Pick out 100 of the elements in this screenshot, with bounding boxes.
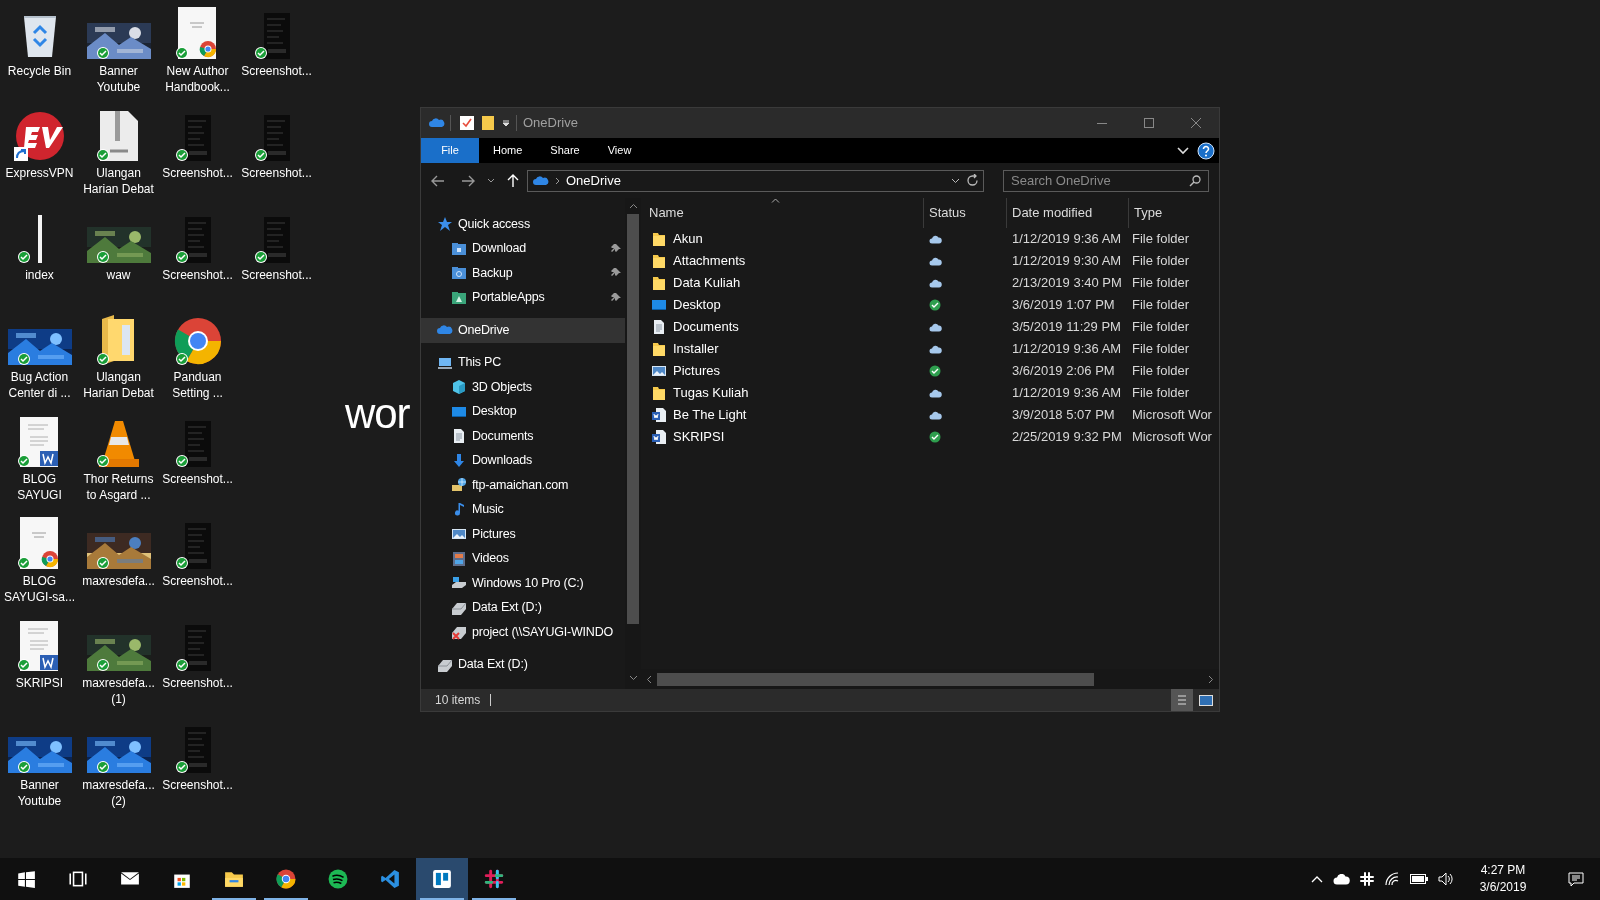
icon-label[interactable]: Ulangan Harian Debat xyxy=(79,165,158,197)
file-name[interactable]: Be The Light xyxy=(673,405,747,425)
icon-label[interactable]: Screenshot... xyxy=(237,267,316,283)
file-name[interactable]: Desktop xyxy=(673,295,721,315)
ribbon-tab[interactable]: Home xyxy=(479,138,537,163)
file-name[interactable]: Installer xyxy=(673,339,719,359)
search-field[interactable]: Search OneDrive xyxy=(1003,169,1209,192)
chevron-down-icon[interactable] xyxy=(951,177,960,184)
scrollbar-thumb[interactable] xyxy=(657,672,1094,686)
icon-label[interactable]: Screenshot... xyxy=(237,165,316,181)
file-name[interactable]: Data Kuliah xyxy=(673,273,741,293)
file-name[interactable]: Documents xyxy=(673,317,739,337)
icon-label[interactable]: Screenshot... xyxy=(158,267,237,283)
sidebar-item[interactable]: Videos xyxy=(421,546,625,571)
sidebar-item[interactable]: Backup xyxy=(421,261,625,286)
address-bar[interactable]: OneDrive xyxy=(527,169,984,192)
icon-label[interactable]: SKRIPSI xyxy=(0,675,79,691)
clock-date[interactable]: 3/6/2019 xyxy=(1479,879,1527,896)
sidebar-item[interactable]: project (\\SAYUGI-WINDO xyxy=(421,620,625,645)
document-icon xyxy=(651,319,667,335)
battery-icon xyxy=(1410,874,1428,884)
traffic-cone-icon xyxy=(98,419,139,467)
web-document-icon xyxy=(19,517,60,569)
sidebar-item[interactable]: Windows 10 Pro (C:) xyxy=(421,571,625,596)
column-header[interactable]: Date modified xyxy=(1006,198,1128,228)
sidebar-item[interactable]: Music xyxy=(421,497,625,522)
icon-label[interactable]: maxresdefa... (2) xyxy=(79,777,158,809)
sidebar-item[interactable]: Pictures xyxy=(421,522,625,547)
back-arrow-icon[interactable] xyxy=(431,174,445,187)
sidebar-item[interactable]: Downloads xyxy=(421,448,625,473)
icon-label[interactable]: maxresdefa... (1) xyxy=(79,675,158,707)
hash-grid-icon xyxy=(484,869,504,889)
sidebar-item[interactable]: Data Ext (D:) xyxy=(421,595,625,620)
icon-label[interactable]: Banner Youtube xyxy=(79,63,158,95)
pin-icon[interactable] xyxy=(611,243,621,254)
sidebar-item[interactable]: Download xyxy=(421,236,625,261)
web-document-icon xyxy=(177,7,218,59)
refresh-icon[interactable] xyxy=(966,174,979,187)
sidebar-item[interactable]: 3D Objects xyxy=(421,375,625,400)
icon-label[interactable]: Screenshot... xyxy=(158,777,237,793)
icon-label[interactable]: Screenshot... xyxy=(158,165,237,181)
sidebar-item[interactable]: Documents xyxy=(421,424,625,449)
icon-label[interactable]: Screenshot... xyxy=(158,675,237,691)
sidebar-item[interactable]: Desktop xyxy=(421,399,625,424)
chevron-down-icon[interactable] xyxy=(487,178,495,183)
scroll-up-icon[interactable] xyxy=(628,203,638,209)
sidebar-item[interactable]: Quick access xyxy=(421,212,625,237)
icon-label[interactable]: maxresdefa... xyxy=(79,573,158,589)
icon-label[interactable]: index xyxy=(0,267,79,283)
file-name[interactable]: Akun xyxy=(673,229,703,249)
up-arrow-icon[interactable] xyxy=(507,173,519,188)
column-header[interactable]: Type xyxy=(1128,198,1219,228)
icon-label[interactable]: Recycle Bin xyxy=(0,63,79,79)
sidebar-item[interactable]: OneDrive xyxy=(421,318,625,343)
sidebar-item[interactable]: PortableApps xyxy=(421,285,625,310)
address-text: OneDrive xyxy=(566,171,621,190)
file-name[interactable]: SKRIPSI xyxy=(673,427,725,447)
phone-screenshot-icon xyxy=(184,727,211,773)
ribbon-tab[interactable]: File xyxy=(421,138,479,163)
pin-icon[interactable] xyxy=(611,268,621,279)
ribbon-tab[interactable]: View xyxy=(593,138,646,163)
icon-label[interactable]: Screenshot... xyxy=(237,63,316,79)
column-header[interactable]: Status xyxy=(923,198,1006,228)
icon-label[interactable]: Ulangan Harian Debat xyxy=(79,369,158,401)
icon-label[interactable]: Bug Action Center di ... xyxy=(0,369,79,401)
icon-label[interactable]: ExpressVPN xyxy=(0,165,79,181)
scroll-left-icon[interactable] xyxy=(646,674,652,684)
phone-screenshot-icon xyxy=(184,523,211,569)
scroll-down-icon[interactable] xyxy=(628,675,638,681)
file-name[interactable]: Pictures xyxy=(673,361,720,381)
icon-label[interactable]: BLOG SAYUGI xyxy=(0,471,79,503)
file-name[interactable]: Tugas Kuliah xyxy=(673,383,749,403)
pin-icon[interactable] xyxy=(611,292,621,303)
clock-time[interactable]: 4:27 PM xyxy=(1480,862,1526,879)
sidebar-item[interactable]: This PC xyxy=(421,350,625,375)
icon-label[interactable]: Thor Returns to Asgard ... xyxy=(79,471,158,503)
file-name[interactable]: Attachments xyxy=(673,251,746,271)
music-app-icon xyxy=(328,869,348,889)
help-icon[interactable] xyxy=(1197,141,1215,160)
scroll-right-icon[interactable] xyxy=(1208,674,1214,684)
code-editor-icon xyxy=(380,869,400,889)
icon-label[interactable]: Screenshot... xyxy=(158,573,237,589)
icon-label[interactable]: Banner Youtube xyxy=(0,777,79,809)
icon-label[interactable]: Panduan Setting ... xyxy=(158,369,237,401)
forward-arrow-icon[interactable] xyxy=(461,174,475,187)
close-icon xyxy=(1190,118,1201,128)
sidebar-item[interactable]: Data Ext (D:) xyxy=(421,652,625,677)
taskbar-button[interactable] xyxy=(416,858,468,900)
cube-icon xyxy=(451,379,467,396)
ribbon-tab[interactable]: Share xyxy=(536,138,594,163)
scrollbar-thumb[interactable] xyxy=(627,214,639,624)
icon-label[interactable]: BLOG SAYUGI-sa... xyxy=(0,573,79,605)
date-cell-text: 3/5/2019 11:29 PM xyxy=(1011,318,1122,337)
column-header[interactable]: Name xyxy=(641,198,923,228)
icon-label[interactable]: Screenshot... xyxy=(158,471,237,487)
icon-label[interactable]: New Author Handbook... xyxy=(158,63,237,95)
volume-icon xyxy=(1438,872,1454,886)
image-icon xyxy=(651,363,667,379)
icon-label[interactable]: waw xyxy=(79,267,158,283)
sidebar-item[interactable]: ftp-amaichan.com xyxy=(421,473,625,498)
